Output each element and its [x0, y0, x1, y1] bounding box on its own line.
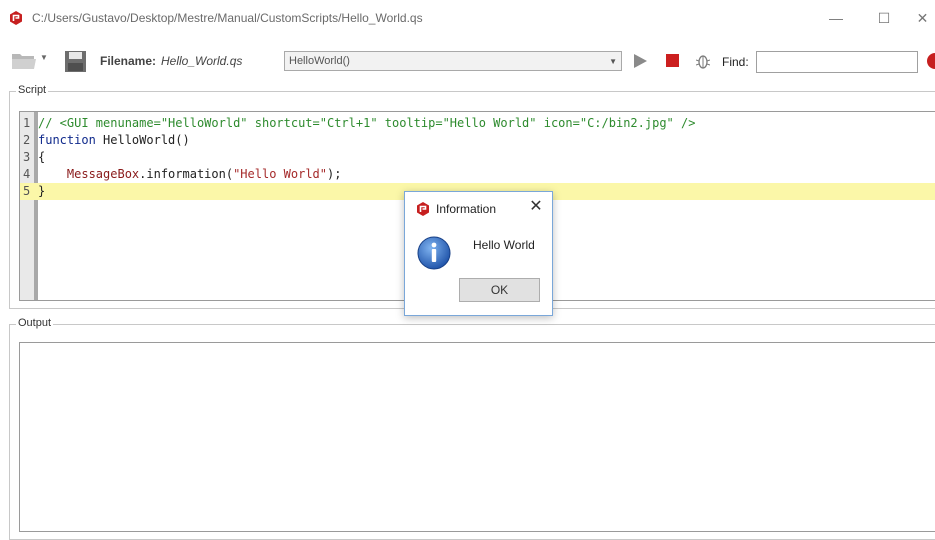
dialog-close-button[interactable]: ✕	[527, 198, 545, 216]
code-token: {	[38, 150, 46, 164]
line-number: 1	[23, 116, 31, 130]
function-select-value: HelloWorld()	[289, 55, 350, 67]
help-icon[interactable]	[927, 53, 935, 69]
app-logo-icon	[417, 202, 429, 216]
line-number: 3	[23, 150, 31, 164]
output-legend: Output	[16, 317, 54, 329]
title-bar: C:/Users/Gustavo/Desktop/Mestre/Manual/C…	[0, 0, 935, 38]
play-icon[interactable]	[632, 53, 648, 69]
code-line: 1 // <GUI menuname="HelloWorld" shortcut=…	[20, 115, 935, 132]
dialog-message: Hello World	[473, 238, 535, 252]
line-number: 2	[23, 133, 31, 147]
find-input[interactable]	[756, 51, 918, 73]
code-token: // <GUI menuname="HelloWorld" shortcut="…	[38, 116, 696, 130]
filename-label: Filename:	[100, 54, 157, 68]
code-token: );	[327, 167, 342, 181]
save-icon[interactable]	[64, 50, 87, 73]
dialog-title: Information	[436, 202, 497, 216]
code-line: 3{	[20, 149, 935, 166]
code-text: MessageBox.information("Hello World");	[38, 166, 342, 183]
app-logo-icon	[10, 11, 22, 25]
information-dialog: Information ✕ Hello World OK	[404, 191, 553, 316]
maximize-button[interactable]: ☐	[864, 6, 904, 30]
toolbar: ▼ Filename: Hello_World.qs HelloWorld() …	[0, 40, 935, 82]
code-text: // <GUI menuname="HelloWorld" shortcut="…	[38, 115, 695, 132]
info-icon	[417, 236, 451, 270]
stop-icon[interactable]	[666, 54, 679, 67]
code-text: {	[38, 149, 45, 166]
filename-value: Hello_World.qs	[161, 54, 243, 68]
code-token: function	[38, 133, 96, 147]
code-text: function HelloWorld()	[38, 132, 190, 149]
code-line: 4 MessageBox.information("Hello World");	[20, 166, 935, 183]
code-line: 2 function HelloWorld()	[20, 132, 935, 149]
output-console[interactable]	[19, 342, 935, 532]
folder-icon[interactable]	[11, 51, 37, 71]
code-token: MessageBox	[38, 167, 140, 181]
code-text: }	[38, 183, 45, 200]
line-number: 5	[23, 184, 31, 198]
find-label: Find:	[722, 55, 749, 69]
close-window-button[interactable]: ✕	[910, 6, 935, 30]
code-token: HelloWorld()	[95, 133, 190, 147]
line-number: 4	[23, 167, 31, 181]
code-token: .information(	[139, 167, 234, 181]
code-token: }	[38, 184, 46, 198]
open-menu-chevron-down-icon[interactable]: ▼	[40, 53, 48, 62]
code-token: "Hello World"	[233, 167, 327, 181]
window-title: C:/Users/Gustavo/Desktop/Mestre/Manual/C…	[32, 11, 423, 25]
script-legend: Script	[16, 84, 49, 96]
minimize-button[interactable]: —	[816, 6, 856, 30]
chevron-down-icon: ▼	[609, 57, 617, 66]
bug-icon[interactable]	[696, 52, 710, 70]
function-select[interactable]: HelloWorld() ▼	[284, 51, 622, 71]
ok-button[interactable]: OK	[459, 278, 540, 302]
